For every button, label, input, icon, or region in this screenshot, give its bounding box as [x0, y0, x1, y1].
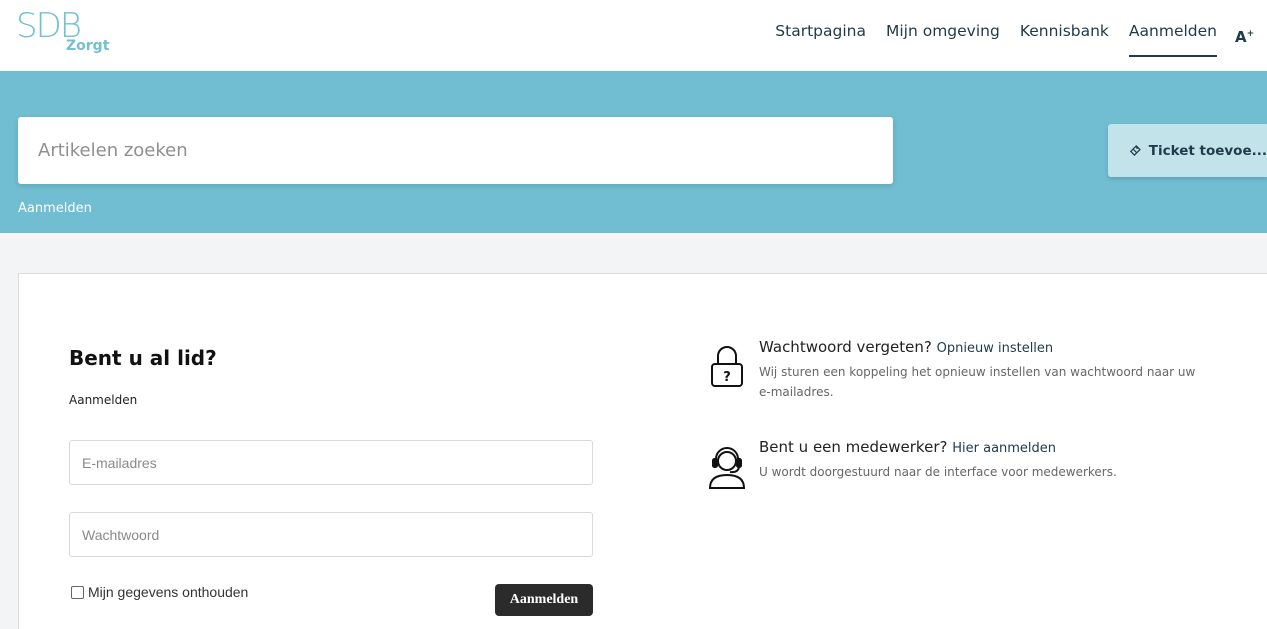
breadcrumb-aanmelden[interactable]: Aanmelden [18, 201, 92, 216]
add-ticket-label: Ticket toevoe... [1148, 142, 1267, 159]
font-size-toggle[interactable]: A+ [1235, 3, 1263, 69]
search-input[interactable] [18, 117, 893, 184]
nav-aanmelden[interactable]: Aanmelden [1128, 0, 1218, 71]
password-field-wrapper [69, 512, 593, 557]
forgot-password-heading: Wachtwoord vergeten? Opnieuw instellen [759, 336, 1199, 360]
svg-text:?: ? [723, 370, 731, 385]
ticket-icon [1129, 145, 1141, 156]
email-field-wrapper [69, 440, 593, 485]
login-submit-button[interactable]: Aanmelden [495, 584, 593, 616]
employee-question: Bent u een medewerker? [759, 438, 948, 456]
email-field[interactable] [70, 441, 592, 484]
headset-agent-icon [708, 447, 746, 489]
add-ticket-button[interactable]: Ticket toevoe... [1108, 124, 1267, 177]
font-size-icon: A [1235, 27, 1247, 46]
password-field[interactable] [70, 513, 592, 556]
main-nav: Startpagina Mijn omgeving Kennisbank Aan… [755, 0, 1267, 71]
employee-login-link[interactable]: Hier aanmelden [952, 441, 1056, 456]
forgot-password-question: Wachtwoord vergeten? [759, 338, 932, 356]
login-subtitle: Aanmelden [69, 393, 138, 407]
employee-description: U wordt doorgestuurd naar de interface v… [759, 465, 1117, 479]
forgot-password-description: Wij sturen een koppeling het opnieuw ins… [759, 365, 1196, 399]
search-box [18, 117, 893, 184]
remember-me-checkbox[interactable] [71, 585, 84, 599]
logo-subtitle: Zorgt [66, 38, 110, 54]
search-banner: Aanmelden Ticket toevoe... [0, 71, 1267, 233]
login-card: Bent u al lid? Aanmelden Mijn gegevens o… [18, 273, 1267, 629]
remember-me-label[interactable]: Mijn gegevens onthouden [88, 584, 248, 600]
nav-kennisbank[interactable]: Kennisbank [1020, 0, 1109, 71]
employee-heading: Bent u een medewerker? Hier aanmelden [759, 436, 1199, 460]
nav-mijn-omgeving[interactable]: Mijn omgeving [886, 0, 1000, 71]
top-navbar: SDB Zorgt Startpagina Mijn omgeving Kenn… [0, 0, 1267, 71]
sdb-zorgt-logo[interactable]: SDB Zorgt [16, 8, 112, 60]
padlock-question-icon: ? [711, 346, 743, 387]
login-title: Bent u al lid? [69, 346, 217, 370]
forgot-password-text: Wachtwoord vergeten? Opnieuw instellen W… [759, 336, 1199, 402]
nav-startpagina[interactable]: Startpagina [775, 0, 866, 71]
remember-me: Mijn gegevens onthouden [71, 584, 248, 600]
reset-password-link[interactable]: Opnieuw instellen [937, 341, 1054, 356]
employee-login-text: Bent u een medewerker? Hier aanmelden U … [759, 436, 1199, 482]
font-size-plus: + [1246, 28, 1255, 39]
